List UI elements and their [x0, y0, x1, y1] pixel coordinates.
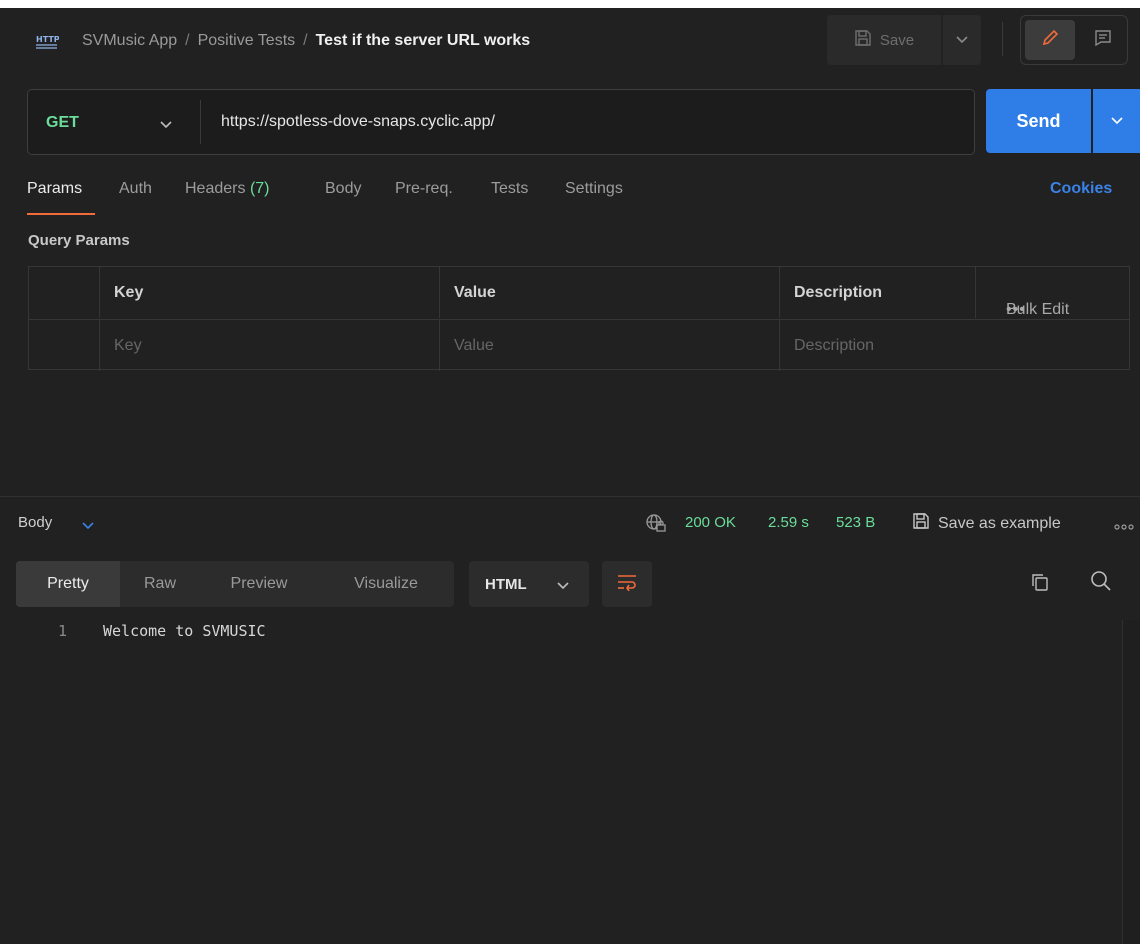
search-icon[interactable]	[1090, 570, 1112, 597]
chevron-down-icon	[557, 577, 569, 594]
breadcrumb-folder[interactable]: Positive Tests	[198, 32, 296, 49]
tab-pre-request[interactable]: Pre-req.	[395, 180, 453, 198]
key-input[interactable]: Key	[99, 320, 439, 371]
response-time[interactable]: 2.59 s	[768, 514, 809, 531]
column-header-value: Value	[439, 267, 779, 318]
edit-mode-button[interactable]	[1025, 20, 1075, 60]
copy-icon[interactable]	[1030, 572, 1050, 597]
save-label: Save	[879, 31, 915, 49]
tab-settings[interactable]: Settings	[565, 180, 623, 198]
header-divider	[1002, 22, 1003, 56]
format-label: HTML	[485, 576, 527, 593]
url-input[interactable]	[221, 108, 961, 136]
save-button[interactable]: Save	[827, 15, 941, 65]
column-header-description: Description	[779, 267, 975, 318]
row-handle-cell	[29, 320, 99, 371]
view-tab-preview[interactable]: Preview	[200, 561, 318, 607]
view-tab-visualize[interactable]: Visualize	[318, 561, 454, 607]
wrap-lines-button[interactable]	[602, 561, 652, 607]
query-params-title: Query Params	[28, 232, 130, 249]
svg-text:HTTP: HTTP	[36, 35, 59, 44]
chevron-down-icon	[1110, 112, 1123, 130]
save-options-button[interactable]	[943, 15, 981, 65]
breadcrumb-separator: /	[303, 32, 308, 49]
line-number: 1	[58, 622, 68, 640]
app-window: HTTP SVMusic App / Positive Tests / Test if …	[0, 0, 1140, 944]
more-options-icon[interactable]	[1114, 518, 1134, 536]
send-button[interactable]: Send	[986, 89, 1091, 153]
comment-icon	[1093, 28, 1113, 53]
globe-lock-icon[interactable]	[645, 513, 667, 538]
tab-headers[interactable]: Headers (7)	[185, 180, 270, 198]
request-header: HTTP SVMusic App / Positive Tests / Test if …	[0, 8, 1140, 74]
code-line: Welcome to SVMUSIC	[103, 622, 266, 640]
top-frame	[0, 0, 1140, 8]
status-code[interactable]: 200 OK	[685, 514, 736, 531]
view-tab-pretty[interactable]: Pretty	[16, 561, 120, 607]
active-tab-indicator	[27, 213, 95, 215]
chevron-down-icon[interactable]	[160, 116, 172, 134]
mode-toggle	[1020, 15, 1128, 65]
wrap-lines-icon	[616, 573, 638, 596]
response-body-label[interactable]: Body	[18, 514, 52, 531]
chevron-down-icon	[956, 31, 968, 49]
tab-label: Headers	[185, 180, 246, 197]
cookies-link[interactable]: Cookies	[1050, 180, 1112, 198]
tab-params[interactable]: Params	[27, 180, 95, 215]
save-icon	[854, 29, 872, 51]
tab-body[interactable]: Body	[325, 180, 361, 198]
table-header-row: Key Value Description ••• Bulk Edit	[29, 267, 1129, 318]
view-tab-raw[interactable]: Raw	[120, 561, 200, 607]
chevron-down-icon[interactable]	[82, 517, 94, 535]
breadcrumb-separator: /	[185, 32, 190, 49]
headers-count: (7)	[249, 180, 270, 197]
comments-button[interactable]	[1083, 20, 1123, 60]
breadcrumb-collection[interactable]: SVMusic App	[82, 32, 177, 49]
tab-label: Params	[27, 180, 83, 197]
send-options-button[interactable]	[1093, 89, 1140, 153]
query-params-table: Key Value Description ••• Bulk Edit Key V…	[28, 266, 1130, 371]
breadcrumb: SVMusic App / Positive Tests / Test if the s…	[82, 32, 530, 50]
description-input[interactable]: Description	[779, 320, 1129, 371]
http-icon: HTTP	[35, 33, 60, 51]
save-as-example-button[interactable]: Save as example	[912, 512, 1061, 535]
scrollbar[interactable]	[1122, 620, 1140, 944]
response-view-tabs: Pretty Raw Preview Visualize	[16, 561, 454, 607]
table-row: Key Value Description	[29, 319, 1129, 371]
save-icon	[912, 512, 930, 535]
tab-tests[interactable]: Tests	[491, 180, 528, 198]
column-header-key: Key	[99, 267, 439, 318]
row-handle-cell	[29, 267, 99, 318]
response-size[interactable]: 523 B	[836, 514, 875, 531]
request-name[interactable]: Test if the server URL works	[316, 32, 531, 49]
pane-divider[interactable]	[0, 496, 1140, 497]
url-bar: GET	[27, 89, 975, 155]
value-input[interactable]: Value	[439, 320, 779, 371]
pencil-icon	[1040, 28, 1060, 53]
response-code-view[interactable]: 1 Welcome to SVMUSIC	[0, 618, 1108, 944]
format-select[interactable]: HTML	[469, 561, 589, 607]
bulk-edit-cell: ••• Bulk Edit	[975, 267, 1129, 318]
tab-auth[interactable]: Auth	[119, 180, 152, 198]
url-divider	[200, 100, 201, 144]
method-select[interactable]: GET	[46, 114, 79, 132]
